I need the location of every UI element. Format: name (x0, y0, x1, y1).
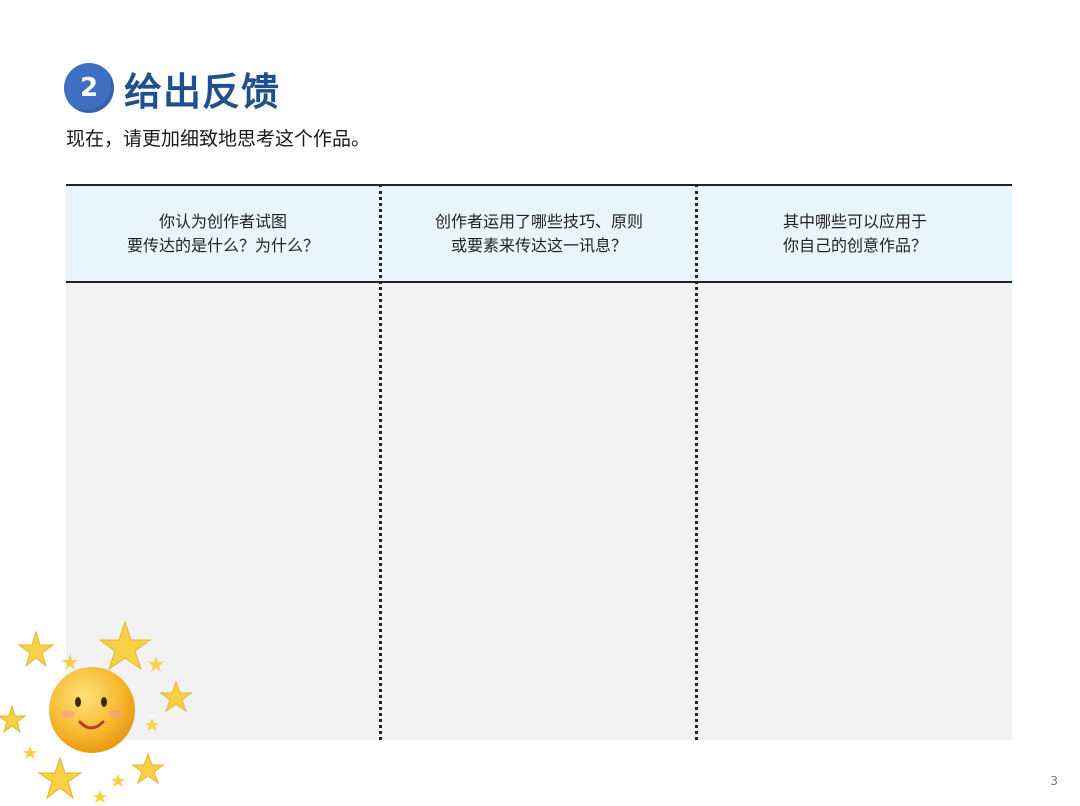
column-header-2-line-2: 或要素来传达这一讯息？ (450, 235, 627, 255)
page-number: 3 (1050, 774, 1058, 788)
section-header: 2 给出反馈 (64, 60, 280, 116)
column-header-2-line-1: 创作者运用了哪些技巧、原则 (434, 211, 643, 231)
column-divider-2 (695, 184, 698, 740)
column-header-3-line-2: 你自己的创意作品？ (782, 235, 927, 255)
section-number-badge: 2 (64, 63, 114, 113)
column-header-3: 其中哪些可以应用于 你自己的创意作品？ (698, 184, 1012, 283)
sun-with-stars-icon (0, 620, 193, 803)
column-header-1: 你认为创作者试图 要传达的是什么？为什么？ (66, 184, 380, 283)
sun-face-icon (49, 667, 135, 753)
table-body-area[interactable] (66, 283, 1012, 740)
feedback-table: 你认为创作者试图 要传达的是什么？为什么？ 创作者运用了哪些技巧、原则 或要素来… (66, 184, 1012, 740)
page-title: 给出反馈 (124, 69, 281, 114)
column-header-1-line-1: 你认为创作者试图 (158, 211, 287, 231)
column-header-2: 创作者运用了哪些技巧、原则 或要素来传达这一讯息？ (382, 184, 696, 283)
instruction-text: 现在，请更加细致地思考这个作品。 (66, 128, 371, 150)
column-header-1-line-2: 要传达的是什么？为什么？ (126, 235, 319, 255)
column-header-3-line-1: 其中哪些可以应用于 (782, 211, 927, 231)
column-divider-1 (379, 184, 382, 740)
